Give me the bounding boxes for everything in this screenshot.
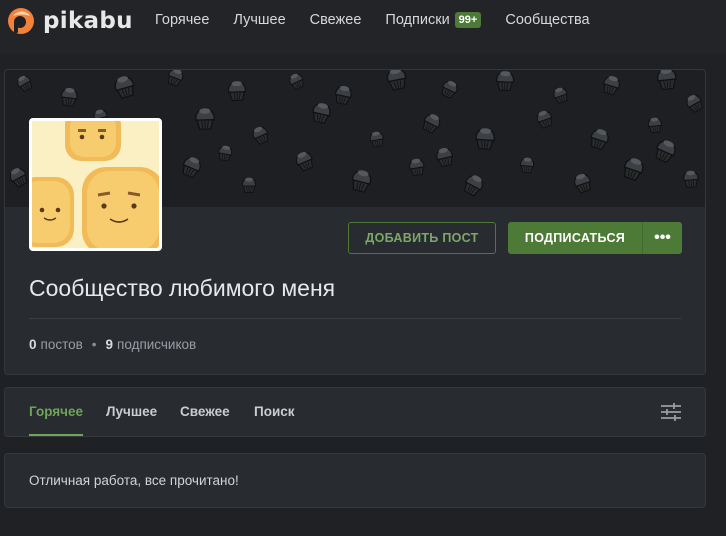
nav-hot[interactable]: Горячее bbox=[155, 12, 209, 28]
tab-fresh[interactable]: Свежее bbox=[180, 404, 230, 419]
nav-subscriptions-label: Подписки bbox=[385, 12, 450, 28]
tab-hot[interactable]: Горячее bbox=[29, 404, 83, 419]
cupcake-icon bbox=[571, 171, 594, 195]
posts-count: 0 bbox=[29, 337, 37, 352]
active-tab-indicator bbox=[29, 434, 83, 436]
cupcake-icon bbox=[434, 145, 455, 168]
cupcake-icon bbox=[587, 126, 612, 152]
cupcake-icon bbox=[600, 73, 622, 97]
cupcake-icon bbox=[112, 73, 137, 100]
posts-label: постов bbox=[40, 337, 83, 352]
cupcake-icon bbox=[647, 116, 663, 134]
cupcake-icon bbox=[420, 110, 444, 135]
more-dots-icon[interactable]: ••• bbox=[642, 222, 682, 254]
stats-separator: • bbox=[91, 337, 97, 352]
cupcake-icon bbox=[474, 126, 496, 151]
empty-feed-message: Отличная работа, все прочитано! bbox=[29, 473, 239, 488]
subscriptions-count-badge: 99+ bbox=[454, 12, 482, 28]
add-post-button[interactable]: ДОБАВИТЬ ПОСТ bbox=[348, 222, 496, 254]
tab-best[interactable]: Лучшее bbox=[106, 404, 157, 419]
feed-tabs: Горячее Лучшее Свежее Поиск bbox=[4, 387, 706, 437]
cupcake-icon bbox=[165, 70, 186, 88]
cupcake-icon bbox=[293, 149, 316, 173]
pikabu-logo-icon bbox=[8, 8, 34, 34]
top-navigation-bar: pikabu Горячее Лучшее Свежее Подписки 99… bbox=[0, 0, 726, 54]
nav-best-label: Лучшее bbox=[233, 12, 286, 28]
cupcake-icon bbox=[179, 154, 204, 180]
sliders-icon[interactable] bbox=[660, 402, 682, 422]
community-card: ДОБАВИТЬ ПОСТ ПОДПИСАТЬСЯ ••• Сообщество… bbox=[4, 69, 706, 375]
cupcake-icon bbox=[368, 130, 385, 148]
cupcake-icon bbox=[620, 155, 647, 183]
cupcake-icon bbox=[217, 144, 234, 162]
main-nav: Горячее Лучшее Свежее Подписки 99+ Сообщ… bbox=[155, 12, 614, 28]
cupcake-icon bbox=[250, 124, 271, 146]
nav-best[interactable]: Лучшее bbox=[233, 12, 285, 28]
cupcake-icon bbox=[385, 70, 409, 92]
pikabu-logo[interactable]: pikabu bbox=[7, 7, 133, 35]
cupcake-icon bbox=[461, 171, 487, 198]
nav-hot-label: Горячее bbox=[155, 12, 210, 28]
logo-text: pikabu bbox=[43, 8, 133, 34]
community-stats: 0 постов • 9 подписчиков bbox=[29, 337, 196, 352]
cupcake-icon bbox=[242, 177, 256, 193]
cupcake-icon bbox=[349, 167, 374, 194]
community-avatar[interactable] bbox=[29, 118, 162, 251]
feed-empty-card: Отличная работа, все прочитано! bbox=[4, 453, 706, 508]
cupcake-icon bbox=[227, 80, 247, 102]
cupcake-icon bbox=[310, 100, 333, 125]
nav-fresh-label: Свежее bbox=[309, 12, 362, 28]
cupcake-icon bbox=[287, 71, 307, 92]
tab-search[interactable]: Поиск bbox=[254, 404, 295, 419]
cupcake-icon bbox=[519, 156, 535, 174]
cupcake-icon bbox=[683, 91, 705, 115]
cupcake-icon bbox=[407, 157, 426, 177]
cupcake-icon bbox=[333, 83, 354, 106]
cupcake-icon bbox=[656, 70, 678, 91]
community-title: Сообщество любимого меня bbox=[29, 275, 336, 301]
divider bbox=[29, 318, 681, 319]
nav-subscriptions[interactable]: Подписки 99+ bbox=[385, 12, 482, 28]
cupcake-icon bbox=[59, 86, 79, 108]
nav-communities[interactable]: Сообщества bbox=[505, 12, 589, 28]
nav-fresh[interactable]: Свежее bbox=[310, 12, 362, 28]
subscribe-button[interactable]: ПОДПИСАТЬСЯ bbox=[508, 222, 642, 254]
cupcake-icon bbox=[534, 108, 555, 130]
cupcake-icon bbox=[682, 169, 700, 189]
cupcake-icon bbox=[652, 136, 679, 165]
cupcake-icon bbox=[14, 73, 35, 94]
cupcake-icon bbox=[551, 85, 570, 105]
cupcake-icon bbox=[6, 164, 31, 190]
nav-communities-label: Сообщества bbox=[505, 12, 590, 28]
cupcake-icon bbox=[495, 70, 515, 92]
avatar-image bbox=[32, 121, 159, 248]
subscribers-count[interactable]: 9 bbox=[106, 337, 114, 352]
cupcake-icon bbox=[195, 107, 215, 130]
subscribers-label[interactable]: подписчиков bbox=[117, 337, 196, 352]
cupcake-icon bbox=[438, 78, 460, 100]
